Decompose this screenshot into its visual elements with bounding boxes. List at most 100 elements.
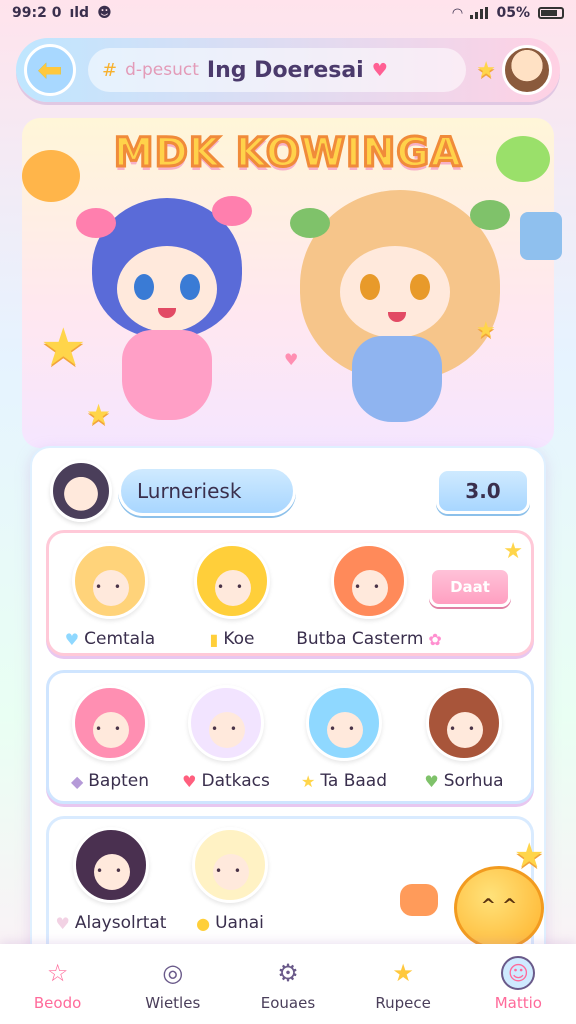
notification-icon: ☻ (97, 5, 112, 21)
action-button[interactable]: Daat (429, 567, 511, 607)
character-label: ♥ Datkacs (171, 771, 281, 791)
character-card[interactable]: ♥ Datkacs (171, 685, 281, 791)
character-card[interactable]: Butba Casterm ✿ (296, 543, 442, 649)
character-portrait (194, 543, 270, 619)
heart-icon: ♥ (284, 350, 299, 369)
character-name: Datkacs (201, 771, 270, 791)
character-name: Ta Baad (320, 771, 388, 791)
star-outline-icon: ☆ (46, 959, 69, 987)
character-label: ★ Ta Baad (289, 771, 399, 791)
title-pill: # d-pesuct Ing Doeresai ♥ (88, 48, 467, 92)
carrier-label: ıld (69, 5, 90, 21)
clock: 99:2 0 (12, 5, 62, 21)
character-portrait (331, 543, 407, 619)
small-mascot-illustration (400, 884, 438, 916)
back-button[interactable]: ⬅ (24, 44, 76, 96)
header-title: Ing Doeresai (206, 57, 364, 83)
heart-icon: ♥ (371, 59, 388, 81)
star-icon: ★ (86, 398, 112, 431)
character-card[interactable]: ♥ Cemtala (55, 543, 165, 649)
heart-icon: ♥ (55, 913, 70, 933)
panel-header: Lurneriesk 3.0 (50, 460, 530, 522)
character-name: Uanai (215, 913, 264, 933)
tag-icon: ▮ (209, 629, 219, 649)
character-name: Alaysolrtat (74, 913, 167, 933)
character-label: ● Uanai (175, 913, 285, 933)
blonde-girl-illustration (290, 180, 520, 440)
character-label: ♥ Alaysolrtat (53, 913, 169, 933)
header-subtitle: d-pesuct (125, 60, 199, 80)
arrow-left-icon: ⬅ (37, 52, 63, 88)
character-card[interactable]: ♥ Alaysolrtat (53, 827, 169, 933)
character-portrait (306, 685, 382, 761)
character-name: Koe (223, 629, 255, 649)
user-avatar[interactable] (50, 460, 112, 522)
character-card[interactable]: ▮ Koe (177, 543, 287, 649)
battery-icon (538, 7, 564, 19)
hashtag-label: # (102, 59, 118, 81)
star-icon: ★ (392, 959, 414, 987)
chat-bubble-icon (496, 136, 550, 182)
mascot-illustration (454, 866, 544, 950)
coin-icon: ● (196, 913, 211, 933)
character-name: Sorhua (443, 771, 504, 791)
character-card[interactable]: ● Uanai (175, 827, 285, 933)
star-icon: ★ (514, 836, 545, 876)
character-portrait (73, 827, 149, 903)
user-name-pill[interactable]: Lurneriesk (118, 466, 296, 516)
star-icon: ★ (476, 318, 496, 343)
profile-avatar[interactable] (502, 45, 552, 95)
character-row: ◆ Bapten ♥ Datkacs ★ Ta Baad ♥ Sorhua (46, 670, 534, 804)
heart-icon: ♥ (182, 771, 197, 791)
character-label: ◆ Bapten (55, 771, 165, 791)
nav-item-settings[interactable]: ⚙ Eouaes (234, 946, 342, 1022)
status-left: 99:2 0 ıld ☻ (12, 5, 112, 21)
character-name: Cemtala (84, 629, 156, 649)
heart-icon: ♥ (424, 771, 439, 791)
character-portrait (188, 685, 264, 761)
gear-icon: ⚙ (277, 959, 299, 987)
star-icon: ★ (503, 539, 523, 564)
character-name: Bapten (88, 771, 150, 791)
gem-icon: ◆ (70, 771, 84, 791)
nav-item-favorites[interactable]: ★ Rupece (349, 946, 457, 1022)
signal-icon (470, 7, 489, 19)
smiley-icon: ☺ (501, 956, 536, 990)
game-title: MDK KOWINGA (112, 129, 463, 178)
character-portrait (192, 827, 268, 903)
nav-label: Wietles (145, 994, 201, 1012)
nav-label: Eouaes (260, 994, 316, 1012)
character-card[interactable]: ♥ Sorhua (409, 685, 519, 791)
character-label: ♥ Sorhua (409, 771, 519, 791)
status-right: ◠ 05% (452, 5, 564, 21)
heart-icon: ♥ (64, 629, 80, 649)
star-icon: ★ (40, 318, 87, 378)
star-icon: ★ (300, 771, 316, 791)
character-row: ♥ Cemtala ▮ Koe Butba Casterm ✿ Daat ★ (46, 530, 534, 656)
status-bar: 99:2 0 ıld ☻ ◠ 05% (0, 0, 576, 26)
search-icon: ◎ (162, 959, 184, 987)
character-portrait (426, 685, 502, 761)
character-portrait (72, 685, 148, 761)
character-label: ♥ Cemtala (55, 629, 165, 649)
top-header: ⬅ # d-pesuct Ing Doeresai ♥ ★ (16, 38, 560, 102)
nav-item-profile[interactable]: ☺ Mattio (464, 946, 572, 1022)
hero-banner: MDK KOWINGA ★ ★ ★ ♥ (22, 118, 554, 448)
lock-icon (520, 212, 562, 260)
battery-percent: 05% (496, 5, 530, 21)
nav-label: Rupece (375, 994, 431, 1012)
bottom-nav: ☆ Beodo ◎ Wietles ⚙ Eouaes ★ Rupece ☺ Ma… (0, 944, 576, 1024)
sun-icon (22, 150, 80, 202)
flower-icon: ✿ (428, 629, 442, 649)
character-card[interactable]: ★ Ta Baad (289, 685, 399, 791)
nav-label: Mattio (494, 994, 542, 1012)
nav-label: Beodo (33, 994, 82, 1012)
character-portrait (72, 543, 148, 619)
character-card[interactable]: ◆ Bapten (55, 685, 165, 791)
character-label: ▮ Koe (177, 629, 287, 649)
nav-item-home[interactable]: ☆ Beodo (4, 946, 112, 1022)
nav-item-search[interactable]: ◎ Wietles (119, 946, 227, 1022)
score-pill[interactable]: 3.0 (436, 468, 530, 514)
character-label: Butba Casterm ✿ (296, 629, 442, 649)
wifi-icon: ◠ (452, 5, 463, 21)
